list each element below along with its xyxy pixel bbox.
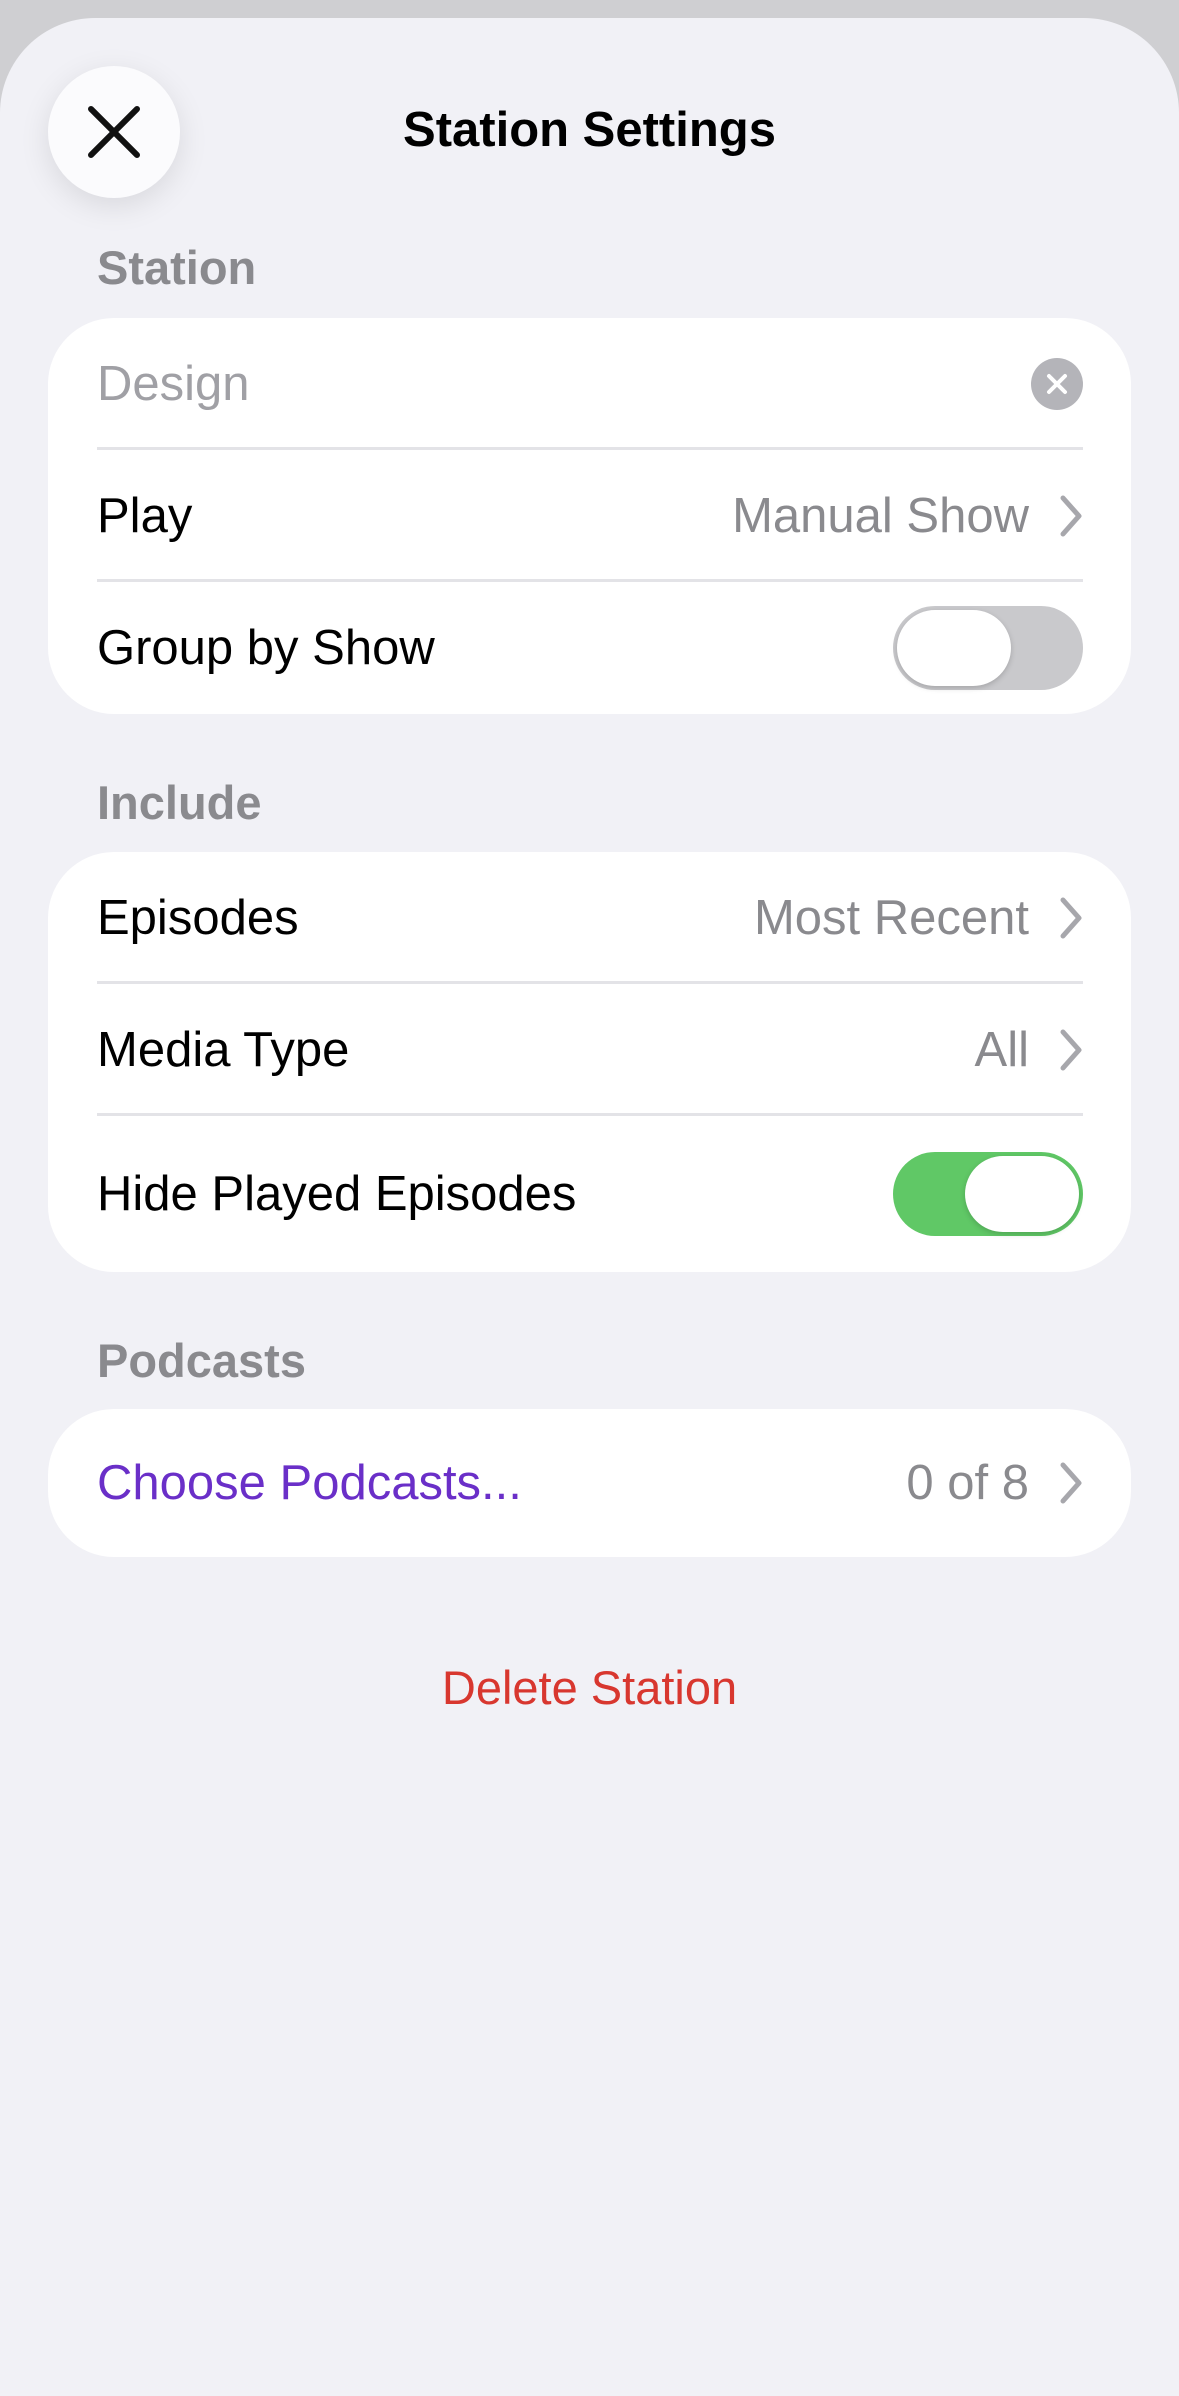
choose-podcasts-label: Choose Podcasts... (97, 1456, 522, 1510)
section-header-station: Station (97, 241, 257, 294)
station-name-row: Design (48, 318, 1131, 450)
clear-button[interactable] (1031, 358, 1083, 410)
media-type-label: Media Type (97, 1023, 350, 1077)
chevron-right-icon (1060, 495, 1082, 537)
section-header-include: Include (97, 776, 262, 829)
episodes-label: Episodes (97, 891, 299, 945)
chevron-right-icon (1060, 1462, 1082, 1504)
toggle-knob (965, 1156, 1079, 1232)
station-card: Design Play Manual Show Group by Show (48, 318, 1131, 714)
play-row[interactable]: Play Manual Show (48, 450, 1131, 582)
delete-station-button[interactable]: Delete Station (0, 1658, 1179, 1718)
settings-sheet: Station Settings Station Design Play Man… (0, 18, 1179, 2396)
hide-played-toggle[interactable] (893, 1152, 1083, 1236)
chevron-right-icon (1060, 1029, 1082, 1071)
play-label: Play (97, 489, 193, 543)
toggle-knob (897, 610, 1011, 686)
episodes-row[interactable]: Episodes Most Recent (48, 852, 1131, 984)
station-name-input[interactable]: Design (97, 356, 1031, 412)
section-header-podcasts: Podcasts (97, 1334, 306, 1387)
podcasts-card: Choose Podcasts... 0 of 8 (48, 1409, 1131, 1557)
include-card: Episodes Most Recent Media Type All Hide… (48, 852, 1131, 1272)
chevron-right-icon (1060, 897, 1082, 939)
episodes-value: Most Recent (753, 891, 1029, 945)
play-value: Manual Show (732, 489, 1029, 543)
group-by-show-label: Group by Show (97, 621, 435, 675)
clear-icon (1047, 374, 1067, 394)
media-type-value: All (974, 1023, 1029, 1077)
group-by-show-toggle[interactable] (893, 606, 1083, 690)
page-title: Station Settings (403, 103, 776, 157)
podcast-count: 0 of 8 (906, 1456, 1029, 1510)
media-type-row[interactable]: Media Type All (48, 984, 1131, 1116)
hide-played-row: Hide Played Episodes (48, 1116, 1131, 1272)
group-by-show-row: Group by Show (48, 582, 1131, 714)
hide-played-label: Hide Played Episodes (97, 1167, 577, 1221)
choose-podcasts-row[interactable]: Choose Podcasts... 0 of 8 (48, 1409, 1131, 1557)
